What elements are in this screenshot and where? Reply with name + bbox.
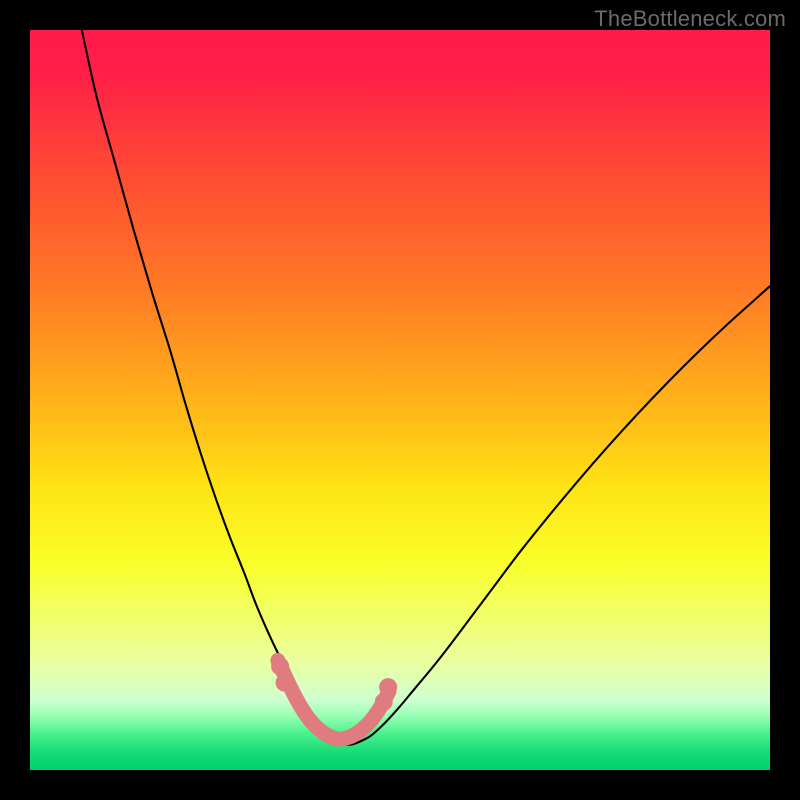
bottleneck-curve [82, 30, 770, 745]
watermark-text: TheBottleneck.com [594, 6, 786, 32]
chart-frame: TheBottleneck.com [0, 0, 800, 800]
marker-dots [379, 678, 397, 696]
curve-layer [30, 30, 770, 770]
marker-dots [276, 674, 294, 692]
highlight-band [278, 660, 389, 739]
marker-dots [271, 657, 289, 675]
plot-area [30, 30, 770, 770]
